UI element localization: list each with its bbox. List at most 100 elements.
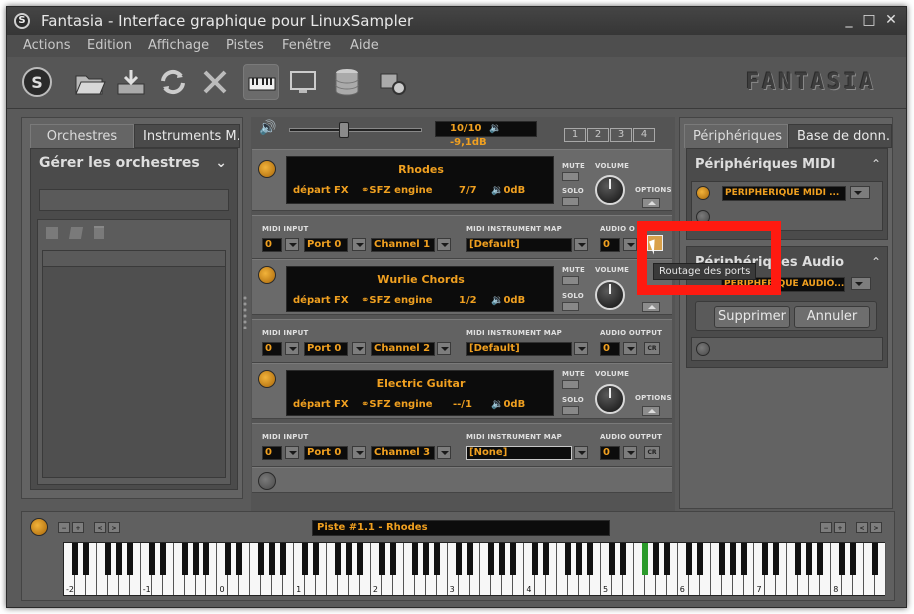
options-toggle-button[interactable] bbox=[642, 198, 660, 208]
piano-black-key[interactable] bbox=[543, 543, 550, 575]
piano-black-key[interactable] bbox=[740, 543, 747, 575]
dropdown-arrow-icon[interactable] bbox=[574, 238, 588, 251]
piano-black-key[interactable] bbox=[729, 543, 736, 575]
piano-black-key[interactable] bbox=[302, 543, 309, 575]
piano-black-key[interactable] bbox=[356, 543, 363, 575]
dropdown-arrow-icon[interactable] bbox=[574, 342, 588, 355]
piano-black-key[interactable] bbox=[466, 543, 473, 575]
mute-button[interactable] bbox=[562, 380, 579, 389]
channel-power-button[interactable] bbox=[258, 160, 276, 178]
orchestra-combo[interactable] bbox=[39, 189, 229, 211]
add-channel-button[interactable] bbox=[258, 472, 276, 490]
piano-black-key[interactable] bbox=[850, 543, 857, 575]
tab-base-de-donnees[interactable]: Base de donn... bbox=[788, 124, 892, 148]
save-icon[interactable] bbox=[113, 64, 149, 100]
midi-port-combo[interactable]: Port 0 bbox=[304, 446, 348, 460]
midi-device-combo[interactable]: 0 bbox=[262, 342, 282, 356]
midi-port-combo[interactable]: Port 0 bbox=[304, 238, 348, 252]
channel-power-button[interactable] bbox=[258, 370, 276, 388]
cancel-button[interactable]: Annuler bbox=[794, 306, 870, 328]
settings-gear-icon[interactable] bbox=[375, 64, 411, 100]
dropdown-arrow-icon[interactable] bbox=[285, 446, 299, 459]
instrument-map-combo[interactable]: [Default] bbox=[466, 238, 572, 252]
channel-display[interactable]: Wurlie Chords départ FX ⚭SFZ engine 1/2 … bbox=[286, 266, 554, 312]
midi-device-combo[interactable]: 0 bbox=[262, 446, 282, 460]
piano-black-key[interactable] bbox=[104, 543, 111, 575]
piano-black-key[interactable] bbox=[345, 543, 352, 575]
database-icon[interactable] bbox=[329, 64, 365, 100]
maximize-button[interactable]: □ bbox=[861, 12, 877, 28]
fx-send-label[interactable]: départ FX bbox=[293, 399, 349, 410]
tab-peripheriques[interactable]: Périphériques bbox=[684, 124, 788, 148]
piano-black-key[interactable] bbox=[192, 543, 199, 575]
midi-device-name[interactable]: PERIPHERIQUE MIDI ... bbox=[722, 186, 846, 201]
piano-black-key[interactable] bbox=[159, 543, 166, 575]
piano-black-key[interactable] bbox=[378, 543, 385, 575]
menu-affichage[interactable]: Affichage bbox=[148, 38, 209, 53]
dropdown-arrow-icon[interactable] bbox=[437, 446, 451, 459]
piano-black-key[interactable] bbox=[576, 543, 583, 575]
piano-black-key[interactable] bbox=[225, 543, 232, 575]
piano-black-key[interactable] bbox=[126, 543, 133, 575]
keyboard-power-button[interactable] bbox=[30, 518, 48, 536]
scroll-left-button[interactable]: < bbox=[94, 522, 106, 533]
piano-black-key[interactable] bbox=[335, 543, 341, 575]
page-button-4[interactable]: 4 bbox=[633, 128, 655, 142]
chevron-up-icon[interactable]: ⌃ bbox=[871, 255, 881, 269]
piano-black-key[interactable] bbox=[71, 543, 78, 575]
monitor-icon[interactable] bbox=[285, 64, 321, 100]
audio-device-combo[interactable]: 0 bbox=[600, 238, 620, 252]
tab-instruments[interactable]: Instruments M... bbox=[134, 124, 240, 148]
slider-thumb[interactable] bbox=[339, 122, 349, 138]
piano-keyboard[interactable]: -2 -1 0 1 2 3 4 5 6 7 8 bbox=[63, 542, 886, 596]
menu-actions[interactable]: Actions bbox=[23, 38, 71, 53]
delete-button[interactable]: Supprimer bbox=[714, 306, 790, 328]
pressed-key[interactable] bbox=[641, 543, 648, 575]
midi-port-combo[interactable]: Port 0 bbox=[304, 342, 348, 356]
piano-black-key[interactable] bbox=[488, 543, 495, 575]
piano-black-key[interactable] bbox=[663, 543, 670, 575]
dropdown-arrow-icon[interactable] bbox=[850, 186, 870, 199]
piano-black-key[interactable] bbox=[258, 543, 265, 575]
piano-black-key[interactable] bbox=[313, 543, 320, 575]
piano-black-key[interactable] bbox=[718, 543, 725, 575]
page-button-3[interactable]: 3 bbox=[610, 128, 632, 142]
channel-display[interactable]: Electric Guitar départ FX ⚭SFZ engine --… bbox=[286, 370, 554, 416]
piano-black-key[interactable] bbox=[817, 543, 824, 575]
octave-down-button[interactable]: − bbox=[58, 522, 70, 533]
page-button-2[interactable]: 2 bbox=[587, 128, 609, 142]
piano-black-key[interactable] bbox=[203, 543, 210, 575]
port-routing-button[interactable]: CR bbox=[644, 446, 660, 459]
instrument-map-combo[interactable]: [Default] bbox=[466, 342, 572, 356]
midi-channel-combo[interactable]: Channel 3 bbox=[371, 446, 435, 460]
piano-black-key[interactable] bbox=[115, 543, 122, 575]
audio-device-combo[interactable]: 0 bbox=[600, 446, 620, 460]
dropdown-arrow-icon[interactable] bbox=[352, 342, 366, 355]
piano-black-key[interactable] bbox=[236, 543, 243, 575]
chevron-up-icon[interactable]: ⌃ bbox=[871, 157, 881, 171]
mute-button[interactable] bbox=[562, 172, 579, 181]
volume-knob[interactable] bbox=[595, 175, 625, 205]
dropdown-arrow-icon[interactable] bbox=[574, 446, 588, 459]
dropdown-arrow-icon[interactable] bbox=[285, 342, 299, 355]
piano-black-key[interactable] bbox=[433, 543, 440, 575]
midi-device-combo[interactable]: 0 bbox=[262, 238, 282, 252]
piano-black-key[interactable] bbox=[82, 543, 89, 575]
menu-aide[interactable]: Aide bbox=[350, 38, 379, 53]
piano-black-key[interactable] bbox=[422, 543, 429, 575]
piano-black-key[interactable] bbox=[806, 543, 813, 575]
channel-display[interactable]: Rhodes départ FX ⚭SFZ engine 7/7 🔉0dB bbox=[286, 156, 554, 204]
piano-black-key[interactable] bbox=[389, 543, 396, 575]
solo-button[interactable] bbox=[562, 406, 579, 415]
audio-device-add-button[interactable] bbox=[696, 342, 710, 356]
volume-knob[interactable] bbox=[595, 280, 625, 310]
fantasia-logo-icon[interactable]: S bbox=[19, 64, 55, 100]
panel-splitter[interactable] bbox=[243, 295, 247, 329]
midi-channel-combo[interactable]: Channel 1 bbox=[371, 238, 435, 252]
master-volume-slider[interactable] bbox=[289, 122, 422, 138]
channel-power-button[interactable] bbox=[258, 266, 276, 284]
tab-orchestres[interactable]: Orchestres bbox=[30, 124, 134, 148]
piano-black-key[interactable] bbox=[510, 543, 517, 575]
piano-black-key[interactable] bbox=[565, 543, 572, 575]
piano-black-key[interactable] bbox=[499, 543, 506, 575]
